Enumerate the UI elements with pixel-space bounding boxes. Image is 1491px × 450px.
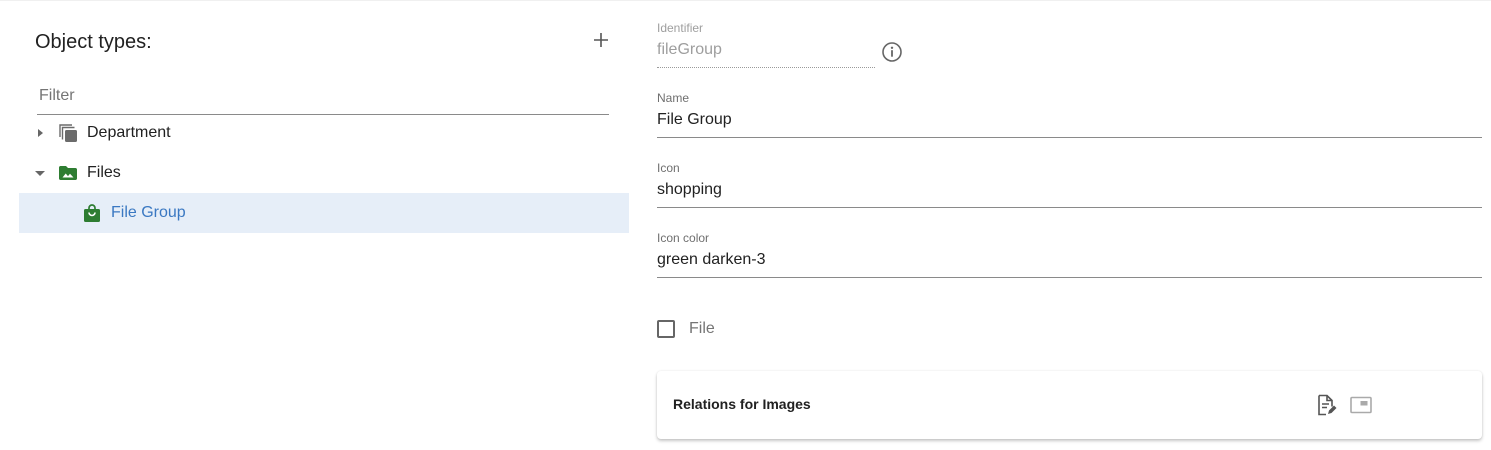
filter-input[interactable] bbox=[37, 84, 613, 108]
add-object-type-button[interactable] bbox=[589, 28, 613, 52]
identifier-input: fileGroup bbox=[657, 40, 875, 68]
file-checkbox-row[interactable]: File bbox=[657, 318, 715, 340]
file-document-edit-icon bbox=[1318, 394, 1337, 416]
name-label: Name bbox=[657, 91, 690, 105]
copy-stack-icon bbox=[59, 124, 77, 142]
tree-item-label: Department bbox=[87, 124, 171, 141]
shopping-bag-icon bbox=[84, 204, 100, 222]
icon-input[interactable]: shopping bbox=[657, 180, 1482, 208]
identifier-field: Identifier fileGroup bbox=[657, 21, 875, 68]
identifier-label: Identifier bbox=[657, 21, 704, 35]
filter-field bbox=[37, 84, 613, 115]
panel-title: Object types: bbox=[35, 31, 152, 53]
caret-down-icon[interactable] bbox=[32, 165, 48, 181]
info-icon bbox=[882, 42, 902, 62]
relations-card-title: Relations for Images bbox=[673, 396, 811, 412]
identifier-info-button[interactable] bbox=[881, 41, 903, 63]
plus-icon bbox=[594, 33, 608, 47]
tree-item-label: Files bbox=[87, 164, 121, 181]
relations-card: Relations for Images bbox=[657, 371, 1482, 439]
card-view-button[interactable] bbox=[1349, 393, 1373, 417]
file-checkbox-label: File bbox=[689, 320, 715, 337]
tree-item-department[interactable]: Department bbox=[19, 113, 629, 153]
name-input[interactable]: File Group bbox=[657, 110, 1482, 138]
icon-color-label: Icon color bbox=[657, 231, 710, 245]
icon-field: Icon shopping bbox=[657, 161, 1482, 208]
caret-right-icon[interactable] bbox=[32, 125, 48, 141]
icon-label: Icon bbox=[657, 161, 680, 175]
tree-item-label: File Group bbox=[111, 204, 186, 221]
card-view-icon bbox=[1350, 396, 1372, 414]
tree-item-files[interactable]: Files bbox=[19, 153, 629, 193]
folder-image-icon bbox=[59, 166, 77, 180]
file-checkbox[interactable] bbox=[657, 320, 675, 338]
object-types-panel: Object types: Department Files bbox=[19, 0, 629, 450]
edit-relations-button[interactable] bbox=[1314, 393, 1338, 417]
icon-color-input[interactable]: green darken-3 bbox=[657, 250, 1482, 278]
tree-item-file-group[interactable]: File Group bbox=[19, 193, 629, 233]
name-field: Name File Group bbox=[657, 91, 1482, 138]
icon-color-field: Icon color green darken-3 bbox=[657, 231, 1482, 278]
